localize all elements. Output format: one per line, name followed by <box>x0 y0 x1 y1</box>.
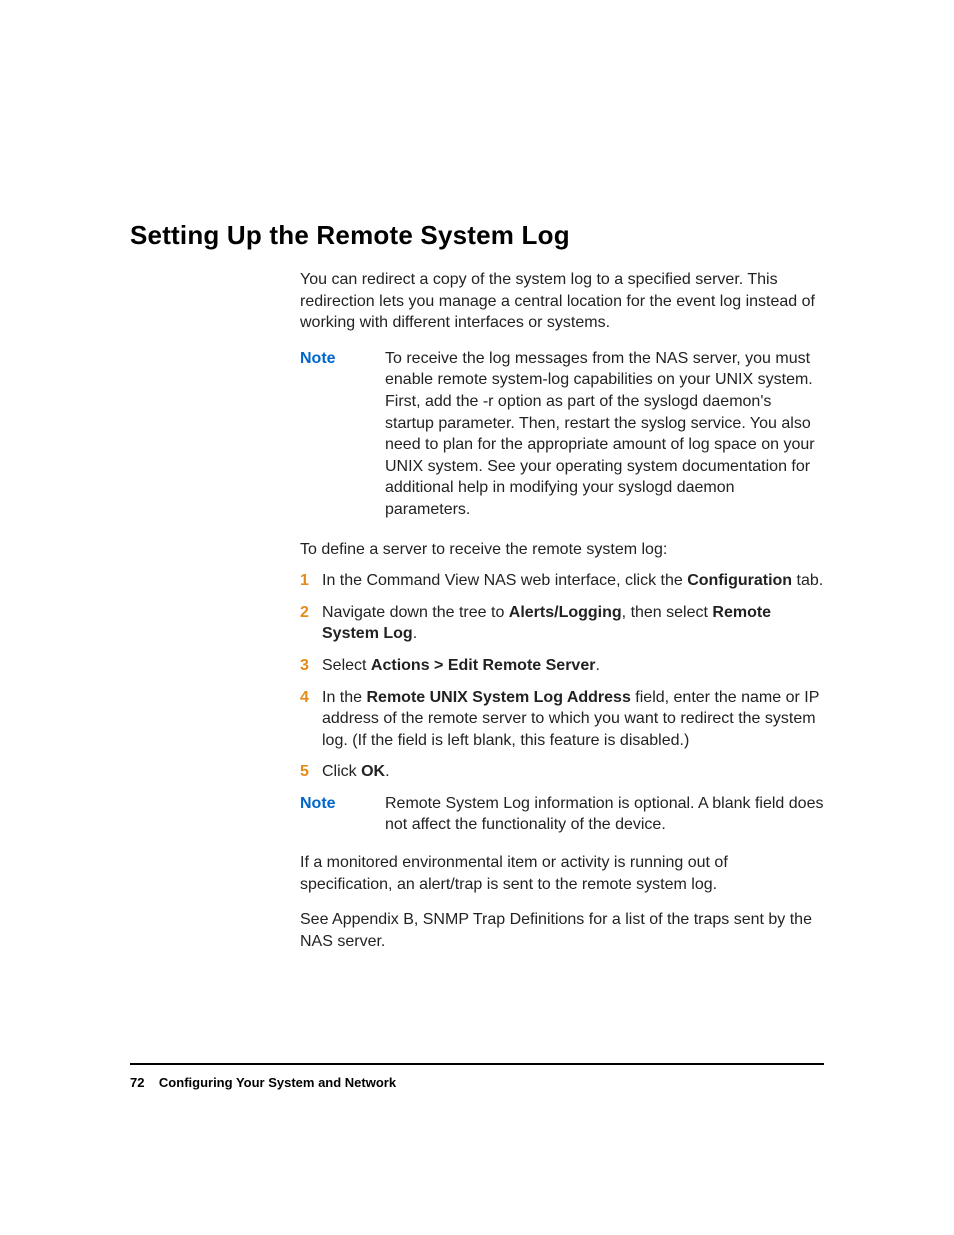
step-number: 2 <box>300 602 322 645</box>
text: tab. <box>792 572 823 589</box>
lead-sentence: To define a server to receive the remote… <box>300 539 824 561</box>
text: . <box>413 625 417 642</box>
step-text: Select Actions > Edit Remote Server. <box>322 655 824 677</box>
step-number: 3 <box>300 655 322 677</box>
step-number: 5 <box>300 761 322 783</box>
text: , then select <box>622 604 713 621</box>
step-5: 5 Click OK. <box>300 761 824 783</box>
step-4: 4 In the Remote UNIX System Log Address … <box>300 687 824 752</box>
step-text: In the Remote UNIX System Log Address fi… <box>322 687 824 752</box>
section-heading: Setting Up the Remote System Log <box>130 220 824 251</box>
step-text: In the Command View NAS web interface, c… <box>322 570 824 592</box>
bold-text: OK <box>361 763 385 780</box>
note-body: Remote System Log information is optiona… <box>385 793 824 836</box>
text: Navigate down the tree to <box>322 604 509 621</box>
footer-rule <box>130 1063 824 1065</box>
page-content: Setting Up the Remote System Log You can… <box>0 0 954 952</box>
step-number: 1 <box>300 570 322 592</box>
step-text: Navigate down the tree to Alerts/Logging… <box>322 602 824 645</box>
note-label: Note <box>300 793 385 836</box>
note-body: To receive the log messages from the NAS… <box>385 348 824 521</box>
step-3: 3 Select Actions > Edit Remote Server. <box>300 655 824 677</box>
text: . <box>385 763 389 780</box>
note-label: Note <box>300 348 385 521</box>
text: Click <box>322 763 361 780</box>
bold-text: Configuration <box>687 572 792 589</box>
body-content: You can redirect a copy of the system lo… <box>300 269 824 952</box>
trailing-paragraph-1: If a monitored environmental item or act… <box>300 852 824 895</box>
page-number: 72 <box>130 1075 144 1090</box>
trailing-paragraph-2: See Appendix B, SNMP Trap Definitions fo… <box>300 909 824 952</box>
text: In the <box>322 689 366 706</box>
step-2: 2 Navigate down the tree to Alerts/Loggi… <box>300 602 824 645</box>
bold-text: Actions > Edit Remote Server <box>371 657 596 674</box>
step-text: Click OK. <box>322 761 824 783</box>
note-block-1: Note To receive the log messages from th… <box>300 348 824 521</box>
text: . <box>595 657 599 674</box>
intro-paragraph: You can redirect a copy of the system lo… <box>300 269 824 334</box>
step-1: 1 In the Command View NAS web interface,… <box>300 570 824 592</box>
bold-text: Remote UNIX System Log Address <box>366 689 630 706</box>
note-block-2: Note Remote System Log information is op… <box>300 793 824 836</box>
page-footer: 72 Configuring Your System and Network <box>130 1075 396 1090</box>
text: In the Command View NAS web interface, c… <box>322 572 687 589</box>
bold-text: Alerts/Logging <box>509 604 622 621</box>
step-number: 4 <box>300 687 322 752</box>
chapter-title: Configuring Your System and Network <box>159 1075 396 1090</box>
text: Select <box>322 657 371 674</box>
